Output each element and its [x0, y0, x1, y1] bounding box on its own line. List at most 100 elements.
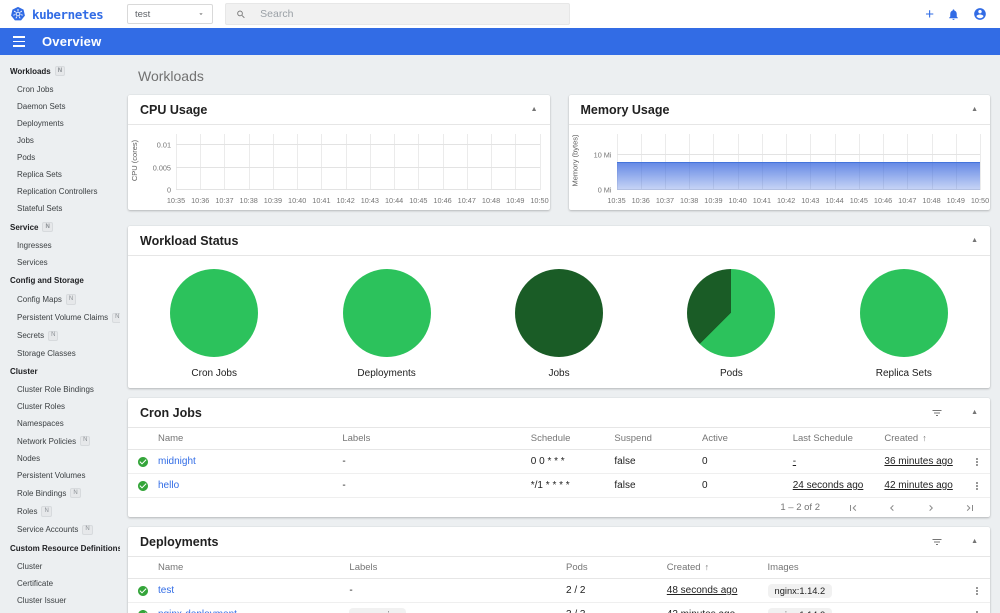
sidebar-item-pods[interactable]: Pods [0, 149, 120, 166]
collapse-icon[interactable]: ▲ [971, 409, 978, 416]
sidebar-item-daemon-sets[interactable]: Daemon Sets [0, 98, 120, 115]
table-row: midnight -0 0 * * * false 0-36 minutes ago [128, 450, 990, 474]
namespaced-badge: N [42, 222, 53, 233]
sidebar-item-replication-controllers[interactable]: Replication Controllers [0, 183, 120, 200]
collapse-icon[interactable]: ▲ [971, 106, 978, 113]
cpu-usage-title: CPU Usage [140, 102, 208, 117]
sidebar-item-role-bindings[interactable]: Role Bindings N [0, 484, 120, 502]
collapse-icon[interactable]: ▲ [531, 106, 538, 113]
sidebar-item-cluster-role-bindings[interactable]: Cluster Role Bindings [0, 381, 120, 398]
column-header-name[interactable]: Name [158, 433, 342, 444]
status-ok-icon [128, 456, 158, 468]
sidebar-item-certificate[interactable]: Certificate [0, 575, 120, 592]
filter-button[interactable] [931, 536, 943, 548]
x-tick-label: 10:41 [752, 196, 772, 205]
x-tick-label: 10:43 [801, 196, 820, 205]
row-menu-button[interactable] [964, 609, 990, 613]
sidebar-item-ingresses[interactable]: Ingresses [0, 237, 120, 254]
pie-chart [687, 269, 776, 357]
search-input[interactable] [260, 8, 559, 20]
first-page-button[interactable] [847, 502, 859, 514]
filter-button[interactable] [931, 407, 943, 419]
deployments-title: Deployments [140, 534, 219, 549]
sidebar-section-custom-resource-definitions: Custom Resource Definitions [10, 543, 120, 553]
sidebar-item-network-policies[interactable]: Network Policies N [0, 432, 120, 450]
x-tick-label: 10:46 [873, 196, 893, 205]
column-header-images[interactable]: Images [768, 562, 964, 573]
column-header-suspend[interactable]: Suspend [614, 433, 702, 444]
create-resource-button[interactable]: + [925, 7, 934, 22]
pie-chart [859, 269, 948, 357]
column-header-schedule[interactable]: Schedule [531, 433, 615, 444]
sidebar-item-config-maps[interactable]: Config Maps N [0, 290, 120, 308]
last-page-button[interactable] [964, 502, 976, 514]
dropdown-caret-icon [199, 13, 203, 15]
row-menu-button[interactable] [964, 456, 990, 468]
namespace-select[interactable]: test [127, 4, 213, 24]
previous-page-button[interactable] [886, 502, 898, 514]
more-vert-icon [976, 481, 978, 490]
sidebar-item-cluster[interactable]: Cluster [0, 558, 120, 575]
column-header-last-schedule[interactable]: Last Schedule [793, 433, 885, 444]
cron-jobs-title: Cron Jobs [140, 405, 202, 420]
sidebar-item-persistent-volume-claims[interactable]: Persistent Volume Claims N [0, 309, 120, 327]
workload-status-pie-pods: Pods [645, 269, 817, 379]
collapse-icon[interactable]: ▲ [971, 538, 978, 545]
y-tick-label: 10 Mi [593, 150, 612, 160]
sidebar-item-namespaces[interactable]: Namespaces [0, 415, 120, 432]
x-tick-label: 10:50 [530, 196, 549, 205]
sidebar-item-replica-sets[interactable]: Replica Sets [0, 166, 120, 183]
memory-usage-area [616, 162, 980, 190]
sidebar-item-secrets[interactable]: Secrets N [0, 327, 120, 345]
kubernetes-logo[interactable]: kubernetes [0, 6, 120, 22]
column-header-labels[interactable]: Labels [342, 433, 530, 444]
search-bar[interactable] [225, 3, 570, 25]
sidebar-item-services[interactable]: Services [0, 254, 120, 271]
filter-icon [932, 409, 942, 416]
sidebar-item-deployments[interactable]: Deployments [0, 115, 120, 132]
deployment-link[interactable]: nginx-deployment [158, 609, 349, 613]
y-tick-label: 0.005 [152, 163, 171, 173]
sidebar-item-cron-jobs[interactable]: Cron Jobs [0, 81, 120, 98]
account-button[interactable] [973, 7, 987, 21]
sidebar-item-persistent-volumes[interactable]: Persistent Volumes [0, 467, 120, 484]
row-menu-button[interactable] [964, 585, 990, 597]
filter-icon [932, 538, 942, 545]
table-header-row: Name Labels Pods Created ↑ Images [128, 557, 990, 579]
pie-chart [515, 269, 604, 357]
more-vert-icon [976, 457, 978, 466]
column-header-created[interactable]: Created ↑ [667, 562, 768, 573]
toolbar-title: Overview [42, 34, 102, 49]
deployment-link[interactable]: test [158, 585, 349, 596]
menu-button[interactable] [13, 36, 25, 47]
collapse-icon[interactable]: ▲ [971, 237, 978, 244]
column-header-labels[interactable]: Labels [349, 562, 566, 573]
workload-status-pie-deployments: Deployments [300, 269, 472, 379]
column-header-pods[interactable]: Pods [566, 562, 667, 573]
sidebar-item-cluster-issuer[interactable]: Cluster Issuer [0, 592, 120, 609]
column-header-name[interactable]: Name [158, 562, 349, 573]
cpu-usage-card: CPU Usage ▲ CPU (cores) 10:35 10:36 10:37 10… [128, 95, 550, 210]
row-menu-button[interactable] [964, 480, 990, 492]
sidebar-item-cluster-roles[interactable]: Cluster Roles [0, 398, 120, 415]
pie-label: Cron Jobs [191, 368, 237, 379]
sidebar-item-service-accounts[interactable]: Service Accounts N [0, 521, 120, 539]
sidebar-item-roles[interactable]: Roles N [0, 502, 120, 520]
column-header-created[interactable]: Created ↑ [884, 433, 964, 444]
next-page-button[interactable] [925, 502, 937, 514]
x-tick-label: 10:42 [336, 196, 355, 205]
sidebar-item-nodes[interactable]: Nodes [0, 450, 120, 467]
cron-job-link[interactable]: midnight [158, 456, 342, 467]
sidebar-item-stateful-sets[interactable]: Stateful Sets [0, 200, 120, 217]
namespace-selected-value: test [135, 8, 151, 20]
x-tick-label: 10:39 [704, 196, 723, 205]
column-header-active[interactable]: Active [702, 433, 793, 444]
x-tick-label: 10:38 [239, 196, 258, 205]
sidebar-item-jobs[interactable]: Jobs [0, 132, 120, 149]
notifications-button[interactable] [947, 8, 960, 21]
pie-label: Deployments [357, 368, 416, 379]
x-tick-label: 10:39 [263, 196, 283, 205]
sidebar-item-storage-classes[interactable]: Storage Classes [0, 345, 120, 362]
cron-job-link[interactable]: hello [158, 480, 342, 491]
x-tick-label: 10:49 [506, 196, 525, 205]
